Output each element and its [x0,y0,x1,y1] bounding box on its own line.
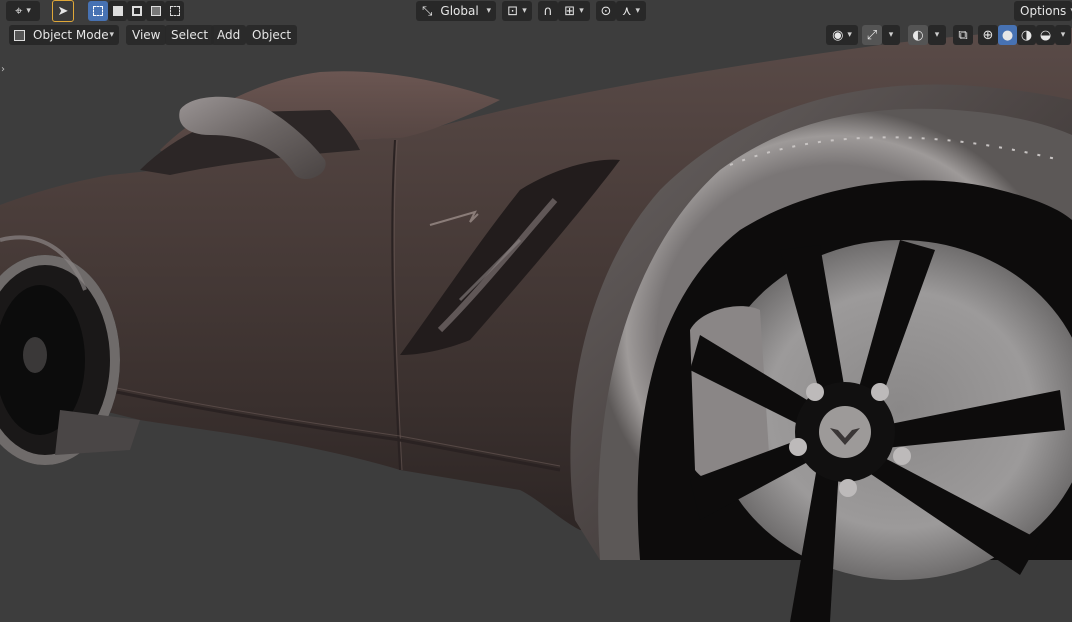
orientation-icon: ⤡ [422,3,433,19]
select-mode-extend[interactable] [108,1,127,21]
chevron-down-icon: ▾ [1060,30,1066,40]
3d-viewport[interactable] [0,0,1072,622]
menu-view[interactable]: View [126,25,167,45]
menu-select[interactable]: Select [165,25,215,45]
options-label: Options [1020,4,1067,18]
snap-toggle[interactable]: ∩ [538,1,558,21]
chevron-down-icon: ▾ [934,30,940,40]
visibility-dropdown[interactable]: ◉ ▾ [826,25,858,45]
shading-solid[interactable]: ● [998,25,1017,45]
chevron-down-icon: ▾ [26,6,31,16]
shading-wireframe[interactable]: ⊕ [978,25,998,45]
shading-material-preview[interactable]: ◑ [1017,25,1036,45]
xray-icon: ⧉ [958,27,968,43]
select-mode-new[interactable] [88,1,108,21]
proportional-edit-icon: ⊙ [600,3,612,19]
shading-dropdown[interactable]: ▾ [1055,25,1071,45]
gizmo-toggle[interactable]: ⤢ [862,25,882,45]
select-mode-invert[interactable] [146,1,165,21]
editor-type-icon: ⌖ [15,3,23,19]
gizmo-icon: ⤢ [866,27,878,43]
mode-dropdown[interactable]: Object Mode ▾ [9,25,119,45]
select-mode-subtract[interactable] [127,1,146,21]
menu-object[interactable]: Object [246,25,298,45]
pivot-point-dropdown[interactable]: ⊡ ▾ [502,1,532,21]
select-intersect-icon [169,6,180,16]
snap-target-dropdown[interactable]: ⊞ ▾ [558,1,590,21]
falloff-dropdown[interactable]: ⋏ ▾ [616,1,646,21]
options-dropdown[interactable]: Options ▾ [1014,1,1072,21]
xray-toggle[interactable]: ⧉ [953,25,973,45]
snap-increment-icon: ⊞ [564,3,576,19]
menu-add[interactable]: Add [211,25,247,45]
top-toolbar: ⌖▾ ➤ ⤡ Global ▾ ⊡▾ ∩ ⊞▾ ⊙ ⋏▾ Options ▾ [0,0,1072,24]
transform-orientation-label: Global [440,4,479,18]
gizmo-dropdown[interactable]: ▾ [882,25,900,45]
select-tool-button[interactable]: ➤ [52,0,74,22]
pivot-point-icon: ⊡ [507,3,519,19]
rendered-icon: ◒ [1039,27,1052,43]
transform-orientation-dropdown[interactable]: ⤡ Global ▾ [416,1,496,21]
shading-rendered[interactable]: ◒ [1036,25,1055,45]
viewport-header: Object Mode ▾ View Select Add Object ◉ ▾ … [0,24,1072,48]
overlays-toggle[interactable]: ◐ [908,25,928,45]
magnet-icon: ∩ [543,3,553,19]
eye-icon: ◉ [832,27,844,43]
solid-icon: ● [1001,27,1014,43]
mode-label: Object Mode [33,28,109,42]
chevron-down-icon: ▾ [486,6,491,16]
toolbar-expand-arrow-icon[interactable]: › [1,64,5,75]
overlays-icon: ◐ [912,27,924,43]
overlays-dropdown[interactable]: ▾ [928,25,946,45]
falloff-curve-icon: ⋏ [621,3,632,19]
object-mode-icon [14,29,25,41]
chevron-down-icon: ▾ [847,30,852,40]
chevron-down-icon: ▾ [635,6,641,16]
chevron-down-icon: ▾ [579,6,584,16]
proportional-edit-toggle[interactable]: ⊙ [596,1,616,21]
select-extend-icon [112,6,123,16]
chevron-down-icon: ▾ [109,30,114,40]
wireframe-icon: ⊕ [982,27,994,43]
cursor-icon: ➤ [57,3,69,19]
chevron-down-icon: ▾ [522,6,527,16]
editor-type-button[interactable]: ⌖ ▾ [6,1,40,21]
select-new-icon [93,6,103,16]
material-preview-icon: ◑ [1020,27,1033,43]
chevron-down-icon: ▾ [888,30,894,40]
select-mode-intersect[interactable] [165,1,184,21]
select-invert-icon [150,6,161,16]
select-subtract-icon [131,6,142,16]
